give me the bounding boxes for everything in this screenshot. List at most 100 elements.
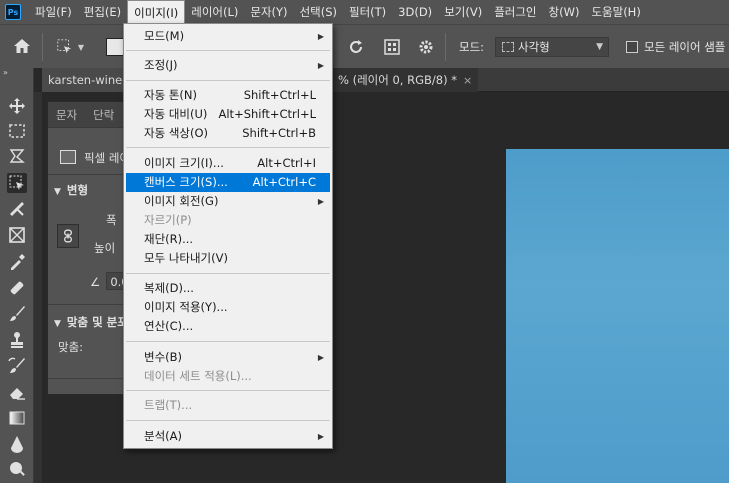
menu-item-label: 트랩(T)... bbox=[144, 398, 193, 412]
frame-tool[interactable] bbox=[7, 225, 27, 245]
menu-item-image-size[interactable]: 이미지 크기(I)... Alt+Ctrl+I bbox=[126, 154, 330, 173]
menu-item-label: 캔버스 크기(S)... bbox=[144, 175, 228, 189]
menu-item-label: 변수(B) bbox=[144, 350, 183, 364]
panel-divider bbox=[48, 378, 126, 379]
menu-image[interactable]: 이미지(I) bbox=[127, 0, 186, 25]
home-icon[interactable] bbox=[12, 37, 32, 55]
eraser-tool[interactable] bbox=[7, 382, 27, 402]
menu-item-trim[interactable]: 재단(R)... bbox=[126, 230, 330, 249]
object-select-icon bbox=[57, 39, 72, 54]
mode-select[interactable]: 사각형 ▼ bbox=[495, 37, 609, 57]
align-title: 맞춤 및 분포 bbox=[66, 315, 127, 329]
tab-character[interactable]: 문자 bbox=[48, 102, 85, 128]
history-brush-tool[interactable] bbox=[7, 356, 27, 376]
menu-item-label: 재단(R)... bbox=[144, 232, 194, 246]
align-section-header[interactable]: ▼ 맞춤 및 분포 bbox=[48, 312, 127, 332]
pixel-layer-label: 픽셀 레이어 bbox=[84, 151, 126, 165]
menu-item-variables[interactable]: 변수(B) ▶ bbox=[126, 348, 330, 367]
transform-section-header[interactable]: ▼ 변형 bbox=[48, 180, 126, 200]
menu-type[interactable]: 문자(Y) bbox=[244, 0, 293, 24]
object-select-tool-preset[interactable]: ▼ bbox=[56, 37, 84, 57]
menu-item-analysis[interactable]: 분석(A) ▶ bbox=[126, 427, 330, 446]
menu-bar: Ps 파일(F) 편집(E) 이미지(I) 레이어(L) 문자(Y) 선택(S)… bbox=[0, 0, 729, 25]
menu-separator bbox=[126, 420, 330, 421]
menu-item-trap[interactable]: 트랩(T)... bbox=[126, 396, 330, 415]
document-tab-active[interactable]: % (레이어 0, RGB/8) * × bbox=[332, 68, 479, 92]
brush-icon bbox=[10, 306, 25, 321]
lasso-tool[interactable] bbox=[7, 146, 27, 166]
brush-tool[interactable] bbox=[7, 304, 27, 324]
gear-icon[interactable] bbox=[417, 38, 435, 56]
menu-item-crop[interactable]: 자르기(P) bbox=[126, 211, 330, 230]
submenu-arrow-icon: ▶ bbox=[317, 61, 324, 70]
crop-tool[interactable] bbox=[7, 199, 27, 219]
menu-item-label: 자동 톤(N) bbox=[144, 88, 197, 102]
close-icon[interactable]: × bbox=[463, 74, 472, 87]
document-tab-karsten[interactable]: karsten-winegeart bbox=[42, 68, 124, 92]
tools-panel: » bbox=[0, 68, 34, 483]
expand-toolbar-icon[interactable]: » bbox=[3, 68, 8, 77]
canvas-image[interactable] bbox=[506, 149, 729, 483]
new-selection-mode-button[interactable] bbox=[106, 38, 124, 56]
stamp-icon bbox=[11, 332, 23, 348]
eyedropper-tool[interactable] bbox=[7, 252, 27, 272]
marquee-tool[interactable] bbox=[7, 121, 27, 141]
menu-layer[interactable]: 레이어(L) bbox=[185, 0, 244, 24]
menu-item-apply-image[interactable]: 이미지 적용(Y)... bbox=[126, 298, 330, 317]
chevron-down-icon[interactable]: ▼ bbox=[78, 43, 84, 52]
object-selection-tool[interactable] bbox=[7, 173, 27, 193]
menu-item-auto-tone[interactable]: 자동 톤(N) Shift+Ctrl+L bbox=[126, 86, 330, 105]
refresh-icon[interactable] bbox=[347, 38, 365, 56]
eyedropper-icon bbox=[11, 254, 25, 270]
menu-plugins[interactable]: 플러그인 bbox=[488, 0, 542, 24]
submenu-arrow-icon: ▶ bbox=[317, 32, 324, 41]
slice-icon bbox=[10, 202, 24, 216]
align-label: 맞춤: bbox=[58, 340, 84, 354]
object-select-icon bbox=[9, 175, 24, 190]
menu-item-reveal-all[interactable]: 모두 나타내기(V) bbox=[126, 249, 330, 268]
blur-tool[interactable] bbox=[7, 434, 27, 454]
menu-item-shortcut: Alt+Ctrl+C bbox=[252, 175, 316, 189]
photoshop-logo: Ps bbox=[5, 4, 21, 20]
sample-all-layers-checkbox[interactable] bbox=[626, 41, 638, 53]
gradient-icon bbox=[9, 411, 25, 425]
menu-help[interactable]: 도움말(H) bbox=[585, 0, 646, 24]
menu-separator bbox=[126, 390, 330, 391]
menu-item-mode[interactable]: 모드(M) ▶ bbox=[126, 27, 330, 46]
menu-item-shortcut: Alt+Shift+Ctrl+L bbox=[218, 107, 317, 121]
move-icon bbox=[9, 98, 25, 114]
menu-item-label: 모드(M) bbox=[144, 29, 185, 43]
eraser-icon bbox=[10, 388, 25, 400]
menu-item-calculations[interactable]: 연산(C)... bbox=[126, 317, 330, 336]
menu-item-duplicate[interactable]: 복제(D)... bbox=[126, 279, 330, 298]
menu-item-canvas-size[interactable]: 캔버스 크기(S)... Alt+Ctrl+C bbox=[126, 173, 330, 192]
menu-edit[interactable]: 편집(E) bbox=[78, 0, 127, 24]
menu-select[interactable]: 선택(S) bbox=[294, 0, 343, 24]
gradient-tool[interactable] bbox=[7, 408, 27, 428]
menu-item-apply-data-set[interactable]: 데이터 세트 적용(L)... bbox=[126, 367, 330, 386]
chevron-down-icon: ▼ bbox=[596, 42, 603, 52]
menu-item-label: 조정(J) bbox=[144, 58, 178, 72]
menu-item-adjustments[interactable]: 조정(J) ▶ bbox=[126, 56, 330, 75]
menu-separator bbox=[126, 147, 330, 148]
menu-view[interactable]: 보기(V) bbox=[438, 0, 488, 24]
menu-window[interactable]: 창(W) bbox=[543, 0, 586, 24]
menu-item-label: 자동 색상(O) bbox=[144, 126, 208, 140]
select-subject-icon[interactable] bbox=[383, 38, 401, 56]
move-tool[interactable] bbox=[7, 96, 27, 116]
healing-brush-tool[interactable] bbox=[7, 278, 27, 298]
options-separator bbox=[42, 33, 43, 61]
menu-item-image-rotation[interactable]: 이미지 회전(G) ▶ bbox=[126, 192, 330, 211]
options-separator bbox=[445, 33, 446, 61]
clone-stamp-tool[interactable] bbox=[7, 330, 27, 350]
menu-item-auto-color[interactable]: 자동 색상(O) Shift+Ctrl+B bbox=[126, 124, 330, 143]
menu-filter[interactable]: 필터(T) bbox=[343, 0, 392, 24]
dodge-tool[interactable] bbox=[7, 459, 27, 479]
menu-file[interactable]: 파일(F) bbox=[29, 0, 78, 24]
menu-item-auto-contrast[interactable]: 자동 대비(U) Alt+Shift+Ctrl+L bbox=[126, 105, 330, 124]
document-tab-title: % (레이어 0, RGB/8) * bbox=[338, 73, 457, 87]
tab-paragraph[interactable]: 단락 bbox=[85, 102, 122, 128]
menu-item-shortcut: Alt+Ctrl+I bbox=[257, 156, 316, 170]
menu-3d[interactable]: 3D(D) bbox=[392, 0, 438, 24]
menu-item-label: 데이터 세트 적용(L)... bbox=[144, 369, 252, 383]
